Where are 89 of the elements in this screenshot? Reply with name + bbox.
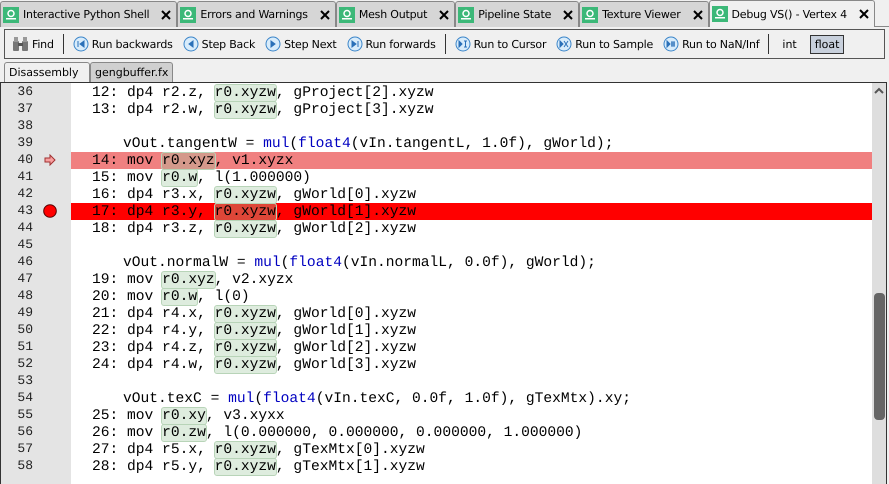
code-line: 20: mov r0.w, l(0) bbox=[91, 288, 251, 305]
code-line: 24: dp4 r4.w, r0.xyzw, gWorld[3].xyzw bbox=[91, 356, 418, 373]
line-number: 55 bbox=[16, 407, 33, 422]
editor-tab[interactable]: gengbuffer.fx bbox=[90, 62, 174, 82]
code-line: 13: dp4 r2.w, r0.xyzw, gProject[3].xyzw bbox=[91, 101, 435, 118]
line-number: 40 bbox=[16, 152, 33, 167]
line-number: 38 bbox=[16, 118, 33, 133]
toolbar-button[interactable]: Step Next bbox=[264, 36, 338, 52]
find-button[interactable]: Find bbox=[11, 36, 55, 52]
tab-icon bbox=[180, 6, 196, 22]
run-fwd-icon bbox=[346, 36, 362, 52]
panel-tab[interactable]: Debug VS() - Vertex 4 bbox=[708, 0, 875, 27]
tab-label: Texture Viewer bbox=[602, 8, 681, 21]
panel-tab[interactable]: Pipeline State bbox=[455, 1, 580, 27]
tab-label: Pipeline State bbox=[478, 8, 552, 21]
nan-icon bbox=[663, 36, 680, 52]
cursor-icon bbox=[454, 36, 471, 52]
code-line: 16: dp4 r3.x, r0.xyzw, gWorld[0].xyzw bbox=[91, 186, 418, 203]
line-number: 46 bbox=[16, 254, 33, 269]
code-line: vOut.texC = mul(float4(vIn.texC, 0.0f, 1.0f), gTexMtx).xy; bbox=[122, 390, 632, 407]
step-back-icon bbox=[182, 36, 199, 52]
close-icon[interactable] bbox=[858, 9, 869, 19]
line-number: 39 bbox=[16, 135, 33, 150]
toolbar-button[interactable]: Run backwards bbox=[72, 36, 174, 52]
scroll-thumb[interactable] bbox=[874, 293, 885, 420]
editor-tab[interactable]: Disassembly bbox=[4, 62, 90, 82]
line-number: 53 bbox=[16, 373, 33, 388]
line-number: 43 bbox=[16, 203, 33, 218]
scroll-up-icon[interactable] bbox=[873, 87, 885, 95]
toolbar-button[interactable]: Run to Sample bbox=[555, 36, 654, 52]
code-line: 12: dp4 r2.z, r0.xyzw, gProject[2].xyzw bbox=[91, 84, 435, 101]
line-number: 50 bbox=[16, 322, 33, 337]
line-number: 51 bbox=[16, 339, 33, 354]
close-icon[interactable] bbox=[439, 10, 450, 20]
line-number: 36 bbox=[16, 84, 33, 99]
run-back-icon bbox=[72, 36, 89, 52]
code-line: 18: dp4 r3.z, r0.xyzw, gWorld[2].xyzw bbox=[91, 220, 418, 237]
code-line: 27: dp4 r5.x, r0.xyzw, gTexMtx[0].xyzw bbox=[91, 441, 426, 458]
line-number: 52 bbox=[16, 356, 33, 371]
panel-tab[interactable]: Errors and Warnings bbox=[177, 1, 336, 27]
line-number: 45 bbox=[16, 237, 33, 252]
line-number: 58 bbox=[16, 458, 33, 473]
line-number: 56 bbox=[16, 424, 33, 439]
mode-toggle[interactable]: int bbox=[777, 34, 802, 54]
code-line: vOut.normalW = mul(float4(vIn.normalL, 0.0f), gWorld); bbox=[122, 254, 597, 271]
line-number: 47 bbox=[16, 271, 33, 286]
close-icon[interactable] bbox=[320, 10, 330, 20]
code-line: 15: mov r0.w, l(1.000000) bbox=[91, 169, 312, 186]
close-icon[interactable] bbox=[692, 10, 703, 20]
toolbar-button[interactable]: Run to Cursor bbox=[454, 36, 548, 52]
line-number: 41 bbox=[16, 169, 33, 184]
line-number: 42 bbox=[16, 186, 33, 201]
tab-icon bbox=[582, 6, 598, 22]
close-icon[interactable] bbox=[563, 10, 574, 20]
tab-icon bbox=[3, 6, 19, 22]
breakpoint-icon[interactable] bbox=[43, 204, 57, 218]
code-line: 26: mov r0.zw, l(0.000000, 0.000000, 0.000000, 1.000000) bbox=[91, 424, 584, 441]
panel-tab[interactable]: Texture Viewer bbox=[579, 1, 709, 27]
code-line: vOut.tangentW = mul(float4(vIn.tangentL, 1.0f), gWorld); bbox=[122, 135, 614, 152]
code-line: 25: mov r0.xy, v3.xyxx bbox=[91, 407, 286, 424]
panel-tab[interactable]: Mesh Output bbox=[336, 1, 456, 27]
code-line: 23: dp4 r4.z, r0.xyzw, gWorld[2].xyzw bbox=[91, 339, 418, 356]
line-number: 57 bbox=[16, 441, 33, 456]
toolbar-button[interactable]: Step Back bbox=[182, 36, 256, 52]
tab-icon bbox=[712, 6, 728, 22]
line-number: 49 bbox=[16, 305, 33, 320]
tab-label: Interactive Python Shell bbox=[23, 8, 150, 21]
line-number: 48 bbox=[16, 288, 33, 303]
tab-icon bbox=[338, 6, 355, 22]
code-line: 22: dp4 r4.y, r0.xyzw, gWorld[1].xyzw bbox=[91, 322, 418, 339]
mode-toggle[interactable]: float bbox=[810, 34, 844, 54]
line-number: 44 bbox=[16, 220, 33, 235]
code-line: 28: dp4 r5.y, r0.xyzw, gTexMtx[1].xyzw bbox=[91, 458, 426, 475]
step-next-icon bbox=[265, 36, 282, 52]
tab-icon bbox=[458, 6, 474, 22]
code-line: 19: mov r0.xyz, v2.xyzx bbox=[91, 271, 294, 288]
sample-icon bbox=[556, 36, 572, 52]
line-number: 54 bbox=[16, 390, 33, 405]
code-line: 21: dp4 r4.x, r0.xyzw, gWorld[0].xyzw bbox=[91, 305, 418, 322]
line-number: 37 bbox=[16, 101, 33, 116]
toolbar-button[interactable]: Run forwards bbox=[346, 36, 437, 52]
scrollbar[interactable] bbox=[872, 83, 886, 484]
panel-tab[interactable]: Interactive Python Shell bbox=[0, 1, 178, 27]
tab-label: Mesh Output bbox=[358, 8, 428, 21]
toolbar-button[interactable]: Run to NaN/Inf bbox=[662, 36, 760, 52]
close-icon[interactable] bbox=[161, 10, 172, 20]
binoculars-icon bbox=[12, 36, 29, 52]
tab-label: Debug VS() - Vertex 4 bbox=[732, 8, 847, 20]
tab-label: Errors and Warnings bbox=[200, 8, 308, 21]
